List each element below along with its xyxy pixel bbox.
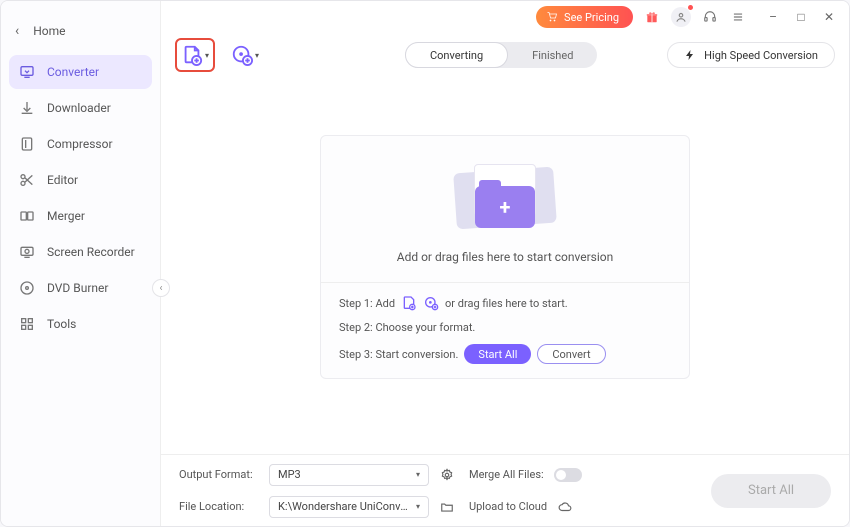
chevron-down-icon: ▾: [205, 51, 209, 60]
window-maximize[interactable]: □: [791, 7, 811, 27]
output-format-value: MP3: [278, 468, 301, 481]
start-all-label: Start All: [748, 483, 794, 498]
cart-icon: [546, 11, 558, 23]
sidebar-item-downloader[interactable]: Downloader: [9, 91, 152, 125]
speed-label: High Speed Conversion: [704, 49, 818, 62]
notification-dot: [688, 5, 693, 10]
add-file-icon: [181, 44, 203, 66]
file-location-select[interactable]: K:\Wondershare UniConverter 1 ▾: [269, 496, 429, 518]
drop-zone[interactable]: + Add or drag files here to start conver…: [320, 135, 690, 379]
cloud-upload-icon[interactable]: [557, 499, 573, 515]
step1-pre: Step 1: Add: [339, 297, 395, 310]
merge-all-label: Merge All Files:: [469, 468, 544, 481]
dvd-icon: [19, 280, 35, 296]
folder-plus-illustration: +: [450, 156, 560, 236]
window-minimize[interactable]: –: [763, 7, 783, 27]
sidebar-item-label: Screen Recorder: [47, 245, 135, 259]
convert-pill[interactable]: Convert: [537, 344, 605, 364]
sidebar-item-tools[interactable]: Tools: [9, 307, 152, 341]
add-dvd-icon: [231, 44, 253, 66]
step-1-line: Step 1: Add or drag files here to start.: [339, 295, 671, 311]
settings-gear-icon[interactable]: [439, 467, 455, 483]
merge-all-toggle[interactable]: [554, 468, 582, 482]
tools-grid-icon: [19, 316, 35, 332]
add-dvd-icon: [423, 295, 439, 311]
start-all-button[interactable]: Start All: [711, 474, 831, 508]
add-dvd-button[interactable]: ▾: [225, 38, 265, 72]
window-close[interactable]: ✕: [819, 7, 839, 27]
toolbar: ▾ ▾ Converting Finished: [161, 33, 849, 77]
sidebar-collapse-handle[interactable]: ‹: [152, 279, 170, 297]
sidebar-item-label: Tools: [47, 317, 76, 331]
tab-label: Finished: [532, 49, 573, 62]
scissors-icon: [19, 172, 35, 188]
sidebar: ‹ Home Converter Downloader Compressor: [1, 1, 161, 526]
headset-support-icon[interactable]: [701, 8, 719, 26]
chevron-down-icon: ▾: [416, 470, 420, 479]
sidebar-item-converter[interactable]: Converter: [9, 55, 152, 89]
drop-zone-text: Add or drag files here to start conversi…: [397, 250, 613, 264]
home-label: Home: [33, 24, 65, 38]
recorder-icon: [19, 244, 35, 260]
window-controls: – □ ✕: [763, 7, 839, 27]
step3-text: Step 3: Start conversion.: [339, 348, 458, 361]
file-location-value: K:\Wondershare UniConverter 1: [278, 500, 408, 513]
drop-zone-top: + Add or drag files here to start conver…: [321, 136, 689, 283]
file-location-label: File Location:: [179, 500, 259, 513]
add-file-icon: [401, 295, 417, 311]
footer-left: Output Format: MP3 ▾ Merge All Files: Fi…: [179, 464, 582, 518]
sidebar-item-label: Merger: [47, 209, 85, 223]
high-speed-conversion-button[interactable]: High Speed Conversion: [667, 42, 835, 68]
step-3-line: Step 3: Start conversion. Start All Conv…: [339, 344, 671, 364]
output-format-label: Output Format:: [179, 468, 259, 481]
chevron-down-icon: ▾: [416, 502, 420, 511]
lightning-icon: [684, 49, 696, 61]
step2-text: Step 2: Choose your format.: [339, 321, 475, 334]
sidebar-item-label: Downloader: [47, 101, 111, 115]
sidebar-item-compressor[interactable]: Compressor: [9, 127, 152, 161]
output-format-select[interactable]: MP3 ▾: [269, 464, 429, 486]
pricing-label: See Pricing: [564, 11, 619, 24]
titlebar: See Pricing – □ ✕: [161, 1, 849, 33]
tab-finished[interactable]: Finished: [508, 42, 597, 68]
tab-converting[interactable]: Converting: [405, 42, 508, 68]
sidebar-item-label: Converter: [47, 65, 99, 79]
converter-icon: [19, 64, 35, 80]
sidebar-item-screen-recorder[interactable]: Screen Recorder: [9, 235, 152, 269]
start-all-pill[interactable]: Start All: [464, 344, 531, 364]
sidebar-item-merger[interactable]: Merger: [9, 199, 152, 233]
home-link[interactable]: ‹ Home: [9, 9, 152, 53]
chevron-down-icon: ▾: [255, 51, 259, 60]
sidebar-item-dvd-burner[interactable]: DVD Burner: [9, 271, 152, 305]
footer-bar: Output Format: MP3 ▾ Merge All Files: Fi…: [161, 454, 849, 526]
content-area: + Add or drag files here to start conver…: [161, 77, 849, 454]
download-icon: [19, 100, 35, 116]
sidebar-item-label: Editor: [47, 173, 78, 187]
step1-post: or drag files here to start.: [445, 297, 568, 310]
main-panel: See Pricing – □ ✕: [161, 1, 849, 526]
compress-icon: [19, 136, 35, 152]
tab-label: Converting: [430, 49, 483, 62]
open-folder-icon[interactable]: [439, 499, 455, 515]
chevron-left-icon: ‹: [15, 23, 19, 39]
user-account-icon[interactable]: [671, 7, 691, 27]
gift-icon[interactable]: [643, 8, 661, 26]
sidebar-item-label: Compressor: [47, 137, 113, 151]
step-2-line: Step 2: Choose your format.: [339, 321, 671, 334]
see-pricing-button[interactable]: See Pricing: [536, 6, 633, 28]
sidebar-item-label: DVD Burner: [47, 281, 108, 295]
hamburger-menu-icon[interactable]: [729, 8, 747, 26]
merger-icon: [19, 208, 35, 224]
upload-cloud-label: Upload to Cloud: [469, 500, 547, 513]
sidebar-item-editor[interactable]: Editor: [9, 163, 152, 197]
drop-zone-steps: Step 1: Add or drag files here to start.…: [321, 283, 689, 378]
status-tabs: Converting Finished: [405, 42, 597, 68]
add-file-button[interactable]: ▾: [175, 38, 215, 72]
